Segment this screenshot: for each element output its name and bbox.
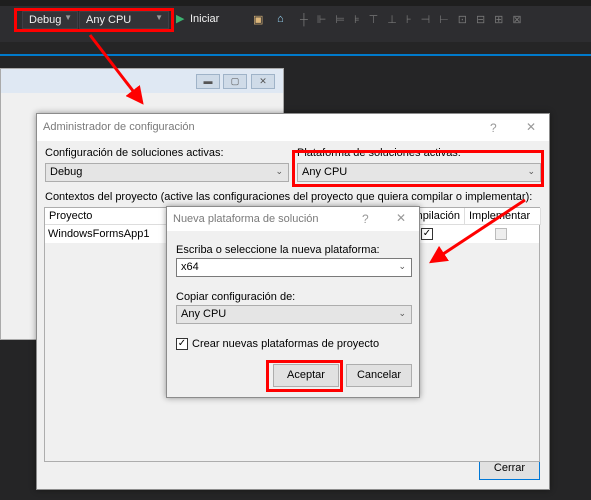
arrow-annotation xyxy=(428,198,526,264)
arrow-annotation xyxy=(88,34,144,105)
annotation-arrows xyxy=(88,34,526,264)
